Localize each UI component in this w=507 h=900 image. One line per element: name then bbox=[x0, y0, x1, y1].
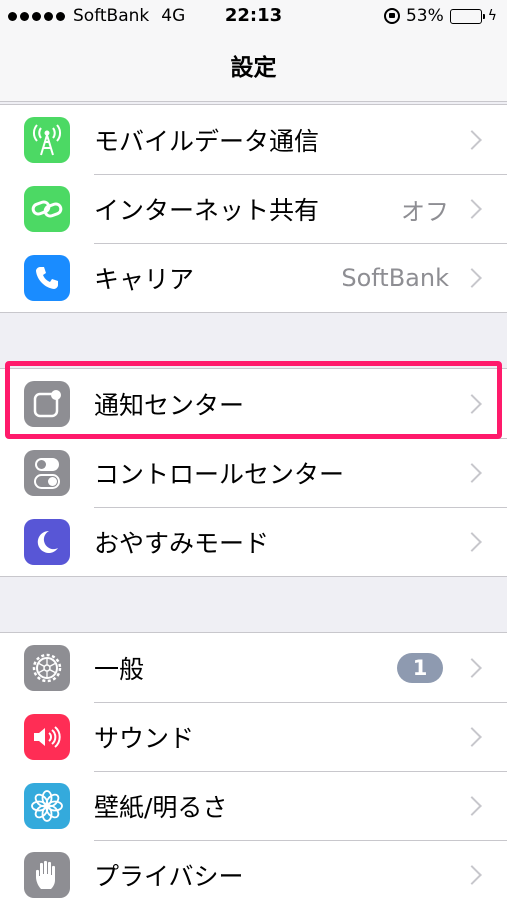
settings-row-label: 一般 bbox=[94, 654, 145, 684]
settings-group-centers: 通知センター コントロールセンター おやすみモード bbox=[0, 368, 507, 577]
chevron-right-icon bbox=[462, 796, 482, 816]
settings-row-label: プライバシー bbox=[94, 862, 244, 891]
settings-row-privacy[interactable]: プライバシー bbox=[0, 840, 507, 900]
charging-bolt-icon: ϟ bbox=[487, 8, 497, 24]
settings-row-label: サウンド bbox=[94, 724, 195, 753]
cellular-antenna-icon bbox=[24, 117, 70, 163]
chevron-right-icon bbox=[462, 129, 482, 150]
settings-row-general[interactable]: 一般 1 bbox=[0, 633, 507, 702]
settings-row-label: コントロールセンター bbox=[94, 460, 345, 489]
settings-group-network: モバイルデータ通信 インターネット共有 オフ キャリア SoftBank bbox=[0, 104, 507, 313]
chevron-right-icon bbox=[462, 532, 482, 552]
moon-icon bbox=[24, 519, 70, 565]
settings-row-label: モバイルデータ通信 bbox=[94, 126, 320, 156]
chevron-right-icon bbox=[462, 865, 482, 885]
chevron-right-icon bbox=[462, 463, 482, 483]
settings-row-label: 通知センター bbox=[94, 390, 245, 420]
settings-row-label: キャリア bbox=[94, 265, 195, 294]
speaker-icon bbox=[24, 714, 70, 760]
settings-row-value: オフ bbox=[401, 197, 449, 226]
flower-icon bbox=[24, 783, 70, 829]
chevron-right-icon bbox=[462, 393, 482, 414]
settings-row-do-not-disturb[interactable]: おやすみモード bbox=[0, 507, 507, 576]
settings-row-label: インターネット共有 bbox=[94, 196, 320, 225]
chevron-right-icon bbox=[462, 657, 482, 678]
settings-row-value: SoftBank bbox=[341, 264, 449, 292]
settings-row-label: おやすみモード bbox=[94, 529, 270, 558]
gear-icon bbox=[24, 645, 70, 691]
toggles-icon bbox=[24, 450, 70, 496]
status-bar: SoftBank 4G 22:13 53% ϟ bbox=[0, 0, 507, 34]
settings-row-wallpaper-brightness[interactable]: 壁紙/明るさ bbox=[0, 771, 507, 840]
hotspot-link-icon bbox=[24, 186, 70, 232]
battery-icon bbox=[449, 8, 485, 24]
rotation-lock-icon bbox=[383, 8, 400, 24]
chevron-right-icon bbox=[462, 268, 482, 288]
hand-icon bbox=[24, 852, 70, 898]
settings-row-label: 壁紙/明るさ bbox=[94, 793, 228, 822]
status-right: 53% ϟ bbox=[383, 6, 497, 26]
battery-percent: 53% bbox=[405, 6, 444, 26]
settings-group-general: 一般 1 サウンド 壁紙/明るさ プライバシー bbox=[0, 632, 507, 900]
settings-row-sounds[interactable]: サウンド bbox=[0, 702, 507, 771]
phone-icon bbox=[24, 255, 70, 301]
navigation-header: SoftBank 4G 22:13 53% ϟ 設定 bbox=[0, 0, 507, 102]
chevron-right-icon bbox=[462, 199, 482, 219]
notification-center-icon bbox=[24, 381, 70, 427]
settings-screen: SoftBank 4G 22:13 53% ϟ 設定 モバイルデータ通信 インタ… bbox=[0, 0, 507, 900]
chevron-right-icon bbox=[462, 727, 482, 747]
settings-row-cellular[interactable]: モバイルデータ通信 bbox=[0, 105, 507, 174]
settings-row-notification-center[interactable]: 通知センター bbox=[0, 369, 507, 438]
settings-row-carrier[interactable]: キャリア SoftBank bbox=[0, 243, 507, 312]
settings-row-control-center[interactable]: コントロールセンター bbox=[0, 438, 507, 507]
settings-row-personal-hotspot[interactable]: インターネット共有 オフ bbox=[0, 174, 507, 243]
page-title: 設定 bbox=[230, 55, 277, 81]
notification-badge: 1 bbox=[397, 652, 443, 683]
